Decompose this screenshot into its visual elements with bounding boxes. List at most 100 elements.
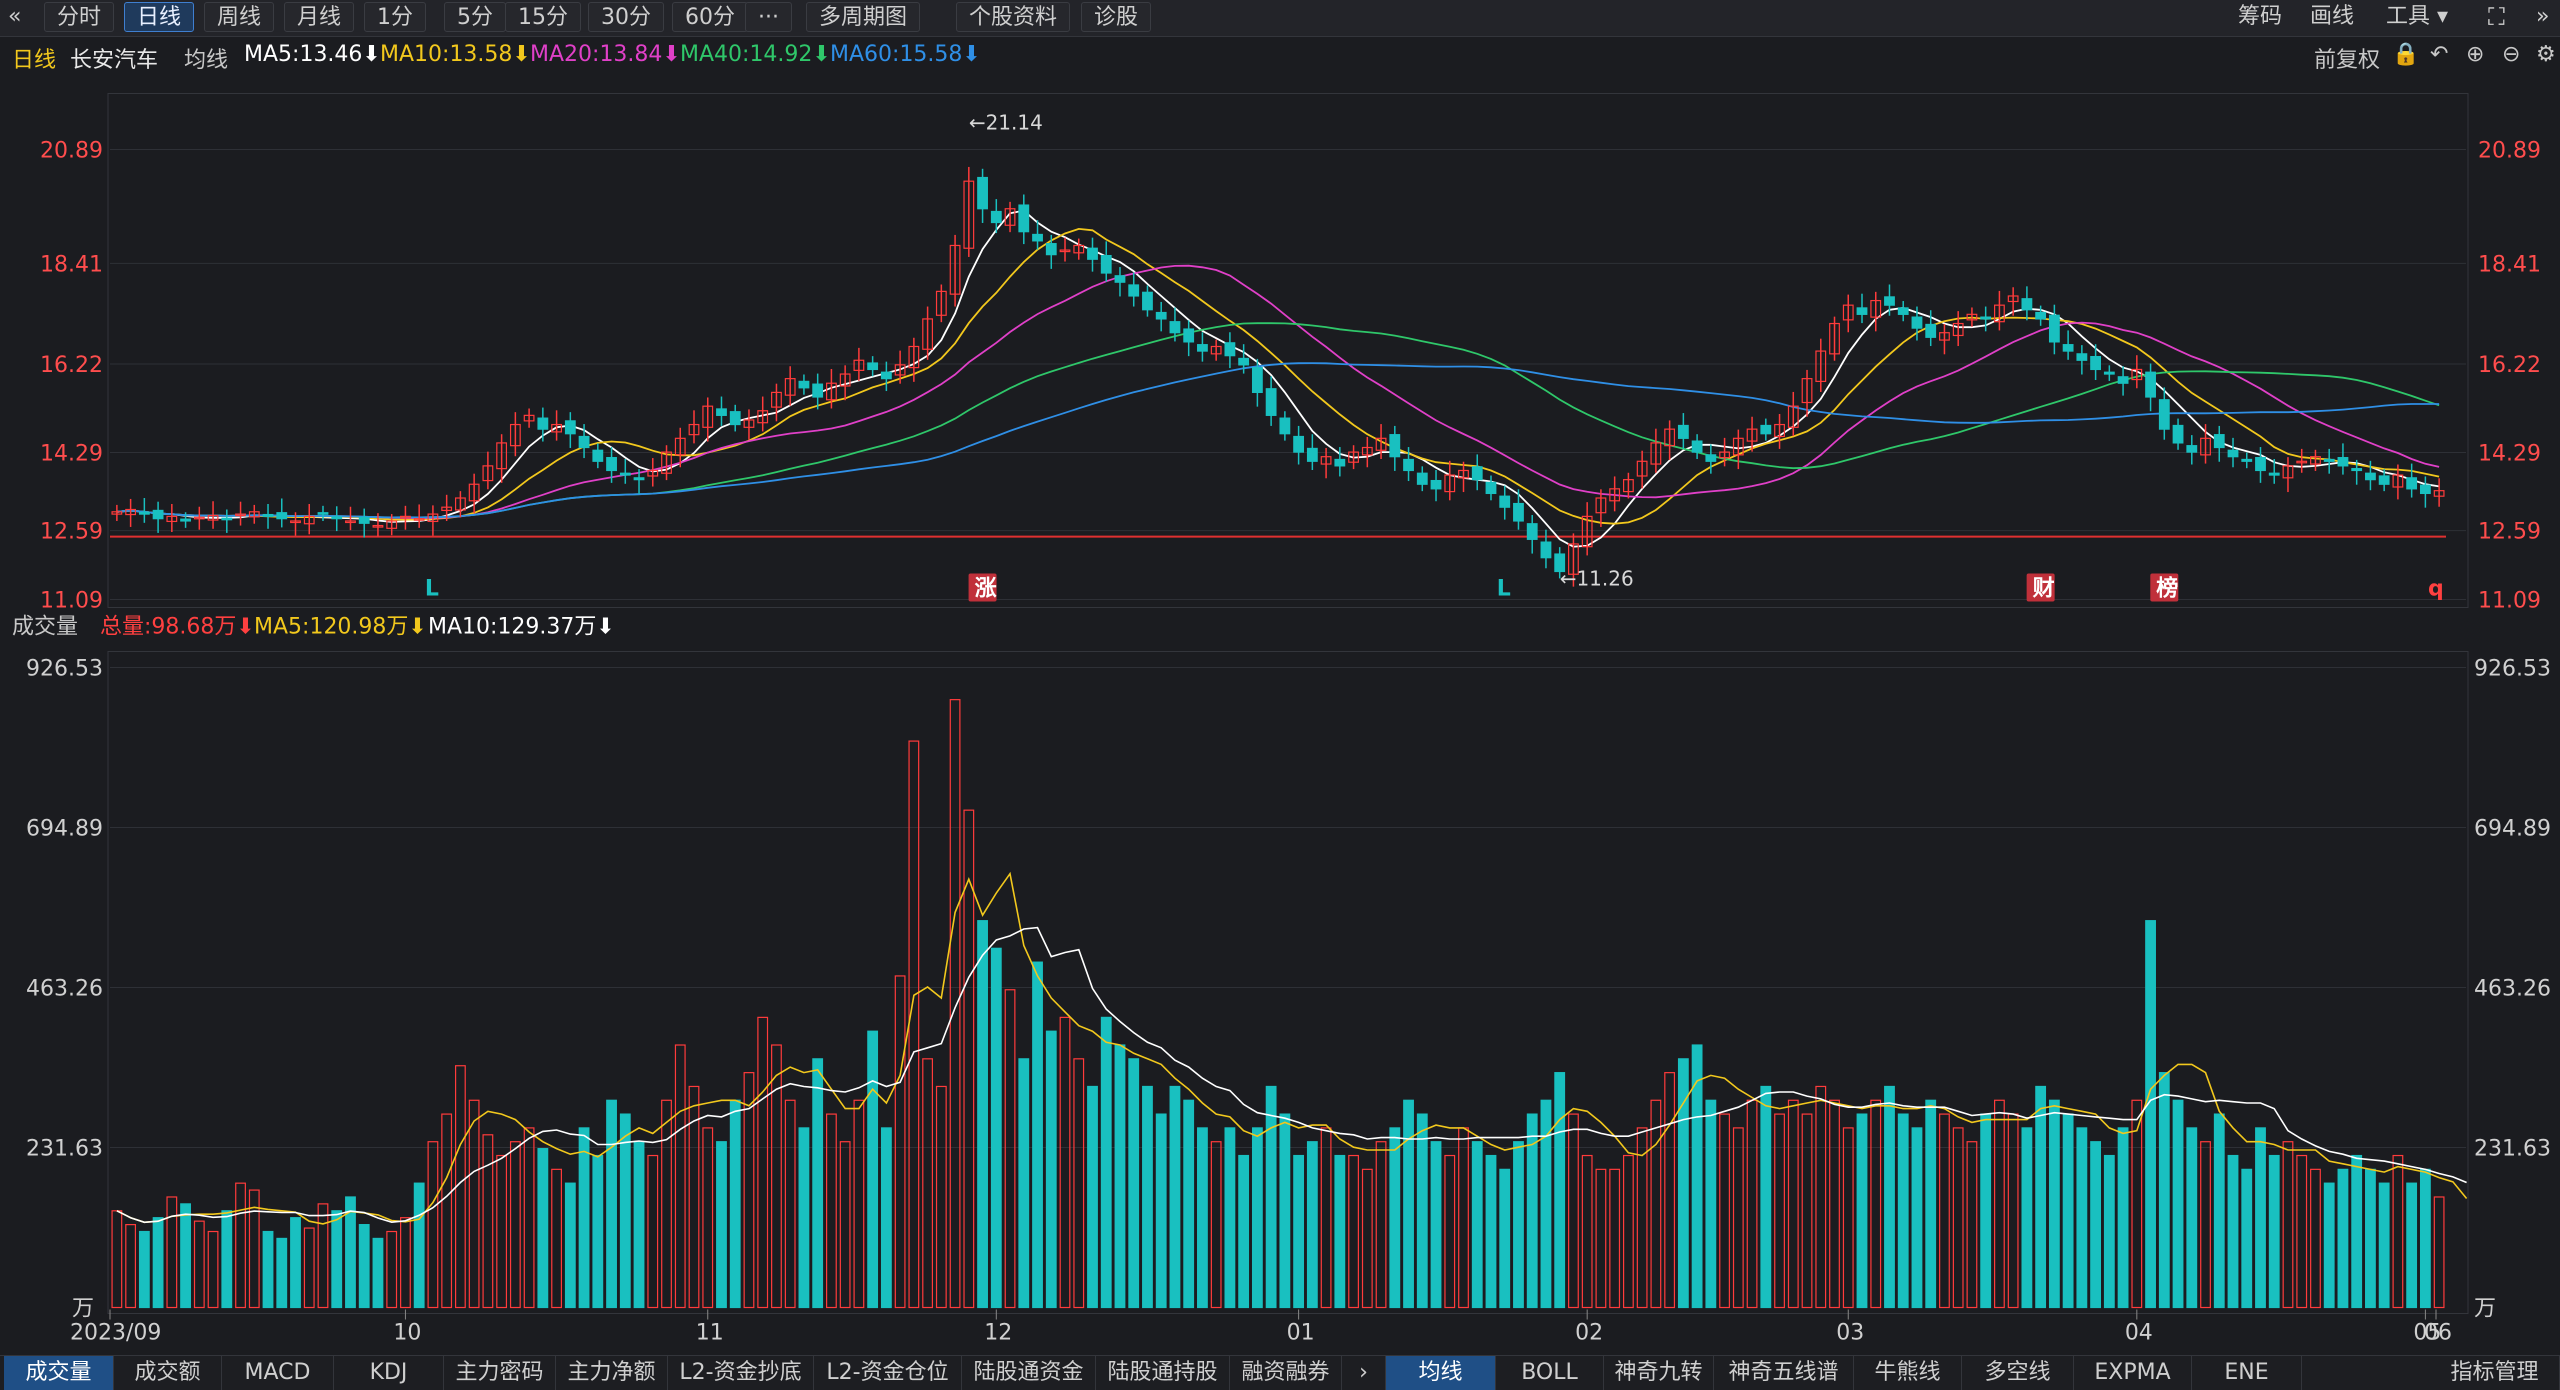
indicator-tab-17[interactable]: 多空线: [1962, 1356, 2074, 1390]
volume-bar: [1004, 989, 1016, 1309]
indicator-tab-16[interactable]: 牛熊线: [1854, 1356, 1962, 1390]
volume-bar: [2268, 1154, 2280, 1309]
price-tick-left: 16.22: [40, 353, 103, 378]
volume-bar: [1293, 1154, 1305, 1309]
expand-icon[interactable]: ⛶: [2488, 2, 2505, 32]
indicator-tab-0[interactable]: 成交量: [4, 1356, 114, 1390]
indicator-tab-3[interactable]: KDJ: [334, 1356, 444, 1390]
indicator-tab-15[interactable]: 神奇五线谱: [1714, 1356, 1854, 1390]
volume-bar: [496, 1154, 508, 1309]
price-tick-right: 12.59: [2478, 520, 2541, 545]
period-button-4[interactable]: 1分: [364, 2, 426, 32]
stock-chart[interactable]: 20.89 18.41 16.22 14.29 12.59 11.09 20.89 18.4…: [0, 74, 2560, 1374]
volume-bar: [207, 1230, 219, 1309]
volume-bar: [331, 1210, 343, 1309]
ma-label[interactable]: 均线: [184, 42, 228, 74]
date-label-2: 11: [696, 1321, 724, 1346]
ma-value-2: MA20:13.84⬇: [530, 42, 681, 67]
candle-body: [1471, 466, 1483, 481]
candle-body: [2172, 424, 2184, 444]
period-button-0[interactable]: 分时: [44, 2, 115, 32]
period-button-8[interactable]: 60分: [672, 2, 748, 32]
draw-button[interactable]: 画线: [2310, 2, 2354, 32]
tools-label: 工具: [2386, 4, 2431, 29]
more-icon[interactable]: »: [2536, 2, 2549, 32]
volume-bar: [2392, 1154, 2404, 1309]
ma-line-5: [116, 209, 2440, 548]
volume-info-bar: 成交量 总量:98.68万⬇ MA5:120.98万⬇ MA10:129.37万⬇: [12, 615, 615, 640]
period-button-11[interactable]: 个股资料: [956, 2, 1071, 32]
volume-tick-left: 463.26: [26, 977, 103, 1002]
volume-bar: [1444, 1154, 1456, 1309]
price-tick-right: 16.22: [2478, 353, 2541, 378]
period-button-12[interactable]: 诊股: [1081, 2, 1152, 32]
period-button-1[interactable]: 日线: [124, 2, 195, 32]
volume-bar: [1856, 1113, 1868, 1309]
ma-line-10: [116, 227, 2440, 525]
price-axis-left: 20.89 18.41 16.22 14.29 12.59 11.09: [40, 139, 103, 614]
volume-bar: [1142, 1085, 1153, 1309]
gear-icon[interactable]: ⚙: [2536, 42, 2556, 67]
indicator-tab-8[interactable]: 陆股通资金: [962, 1356, 1096, 1390]
candle-body: [2227, 449, 2239, 458]
indicator-tab-18[interactable]: EXPMA: [2074, 1356, 2192, 1390]
candle-body: [812, 383, 824, 398]
period-button-5[interactable]: 5分: [444, 2, 506, 32]
fq-label[interactable]: 前复权: [2314, 42, 2380, 74]
indicator-tab-13[interactable]: BOLL: [1496, 1356, 1604, 1390]
volume-bar: [1334, 1154, 1346, 1309]
candle-body: [1911, 316, 1923, 329]
period-button-7[interactable]: 30分: [588, 2, 664, 32]
indicator-tab-1[interactable]: 成交额: [114, 1356, 222, 1390]
candle-body: [1045, 243, 1057, 256]
volume-bar: [1389, 1127, 1401, 1309]
indicator-tab-12[interactable]: 均线: [1386, 1356, 1496, 1390]
indicator-tab-4[interactable]: 主力密码: [444, 1356, 556, 1390]
indicator-tab-6[interactable]: L2-资金抄底: [668, 1356, 814, 1390]
indicator-tab-5[interactable]: 主力净额: [556, 1356, 668, 1390]
volume-bar: [1306, 1141, 1318, 1309]
zoom-out-icon[interactable]: ⊖: [2502, 42, 2520, 67]
low-annotation: ←11.26: [1560, 567, 1634, 591]
candle-body: [1224, 342, 1236, 357]
undo-icon[interactable]: ↶: [2430, 42, 2448, 67]
back-icon[interactable]: «: [8, 2, 21, 32]
date-label-0: 2023/09: [70, 1321, 161, 1346]
volume-bar: [1732, 1127, 1744, 1309]
indicator-tab-19[interactable]: ENE: [2192, 1356, 2302, 1390]
volume-bar: [977, 920, 988, 1309]
candle-body: [606, 457, 617, 472]
indicator-tab-10[interactable]: 融资融券: [1230, 1356, 1342, 1390]
period-button-6[interactable]: 15分: [505, 2, 581, 32]
candle-body: [1251, 367, 1263, 394]
zoom-in-icon[interactable]: ⊕: [2466, 42, 2484, 67]
top-toolbar: « 分时 日线 周线 月线 1分 5分 15分 30分 60分 ··· 多周期图 个股资料 诊股 筹码 …: [0, 0, 2560, 37]
period-button-3[interactable]: 月线: [284, 2, 355, 32]
period-button-10[interactable]: 多周期图: [806, 2, 921, 32]
tools-button[interactable]: 工具 ▾: [2386, 2, 2448, 32]
volume-bar: [2310, 1168, 2321, 1309]
chips-button[interactable]: 筹码: [2238, 2, 2282, 32]
indicator-tab-20[interactable]: 指标管理: [2430, 1356, 2560, 1390]
candle-body: [2117, 376, 2129, 384]
volume-bar: [372, 1237, 384, 1309]
candle-body: [633, 477, 645, 481]
volume-bar: [1458, 1127, 1469, 1309]
indicator-tab-7[interactable]: L2-资金仓位: [814, 1356, 962, 1390]
volume-bar: [702, 1127, 714, 1309]
indicator-tab-11[interactable]: ›: [1342, 1356, 1386, 1390]
lock-icon[interactable]: 🔒: [2392, 42, 2419, 67]
volume-bar: [2351, 1154, 2363, 1309]
volume-bar: [2378, 1182, 2390, 1309]
period-button-9[interactable]: ···: [745, 2, 792, 32]
period-button-2[interactable]: 周线: [204, 2, 275, 32]
volume-bar: [716, 1141, 727, 1309]
volume-bar: [303, 1227, 315, 1309]
volume-bar: [1197, 1127, 1208, 1309]
indicator-tab-14[interactable]: 神奇九转: [1604, 1356, 1714, 1390]
date-label-4: 01: [1287, 1321, 1315, 1346]
indicator-tab-2[interactable]: MACD: [222, 1356, 334, 1390]
stock-name: 长安汽车: [70, 48, 159, 73]
indicator-tab-9[interactable]: 陆股通持股: [1096, 1356, 1230, 1390]
candles: [111, 166, 2445, 587]
